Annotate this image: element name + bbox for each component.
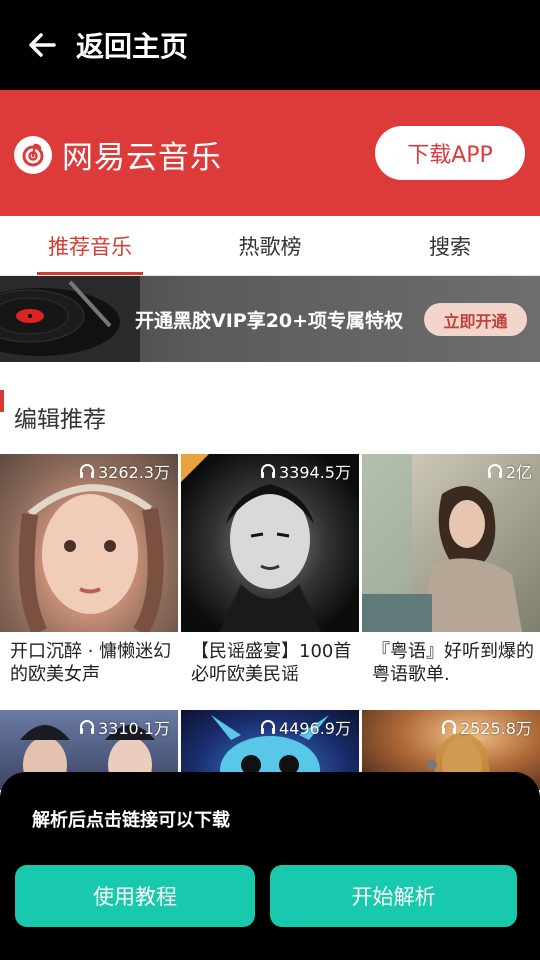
playlist-card[interactable]: 3262.3万 开口沉醉 · 慵懒迷幻的欧美女声 (0, 454, 178, 704)
vip-banner-text: 开通黑胶VIP享20+项专属特权 (135, 310, 404, 332)
headphones-icon (80, 720, 94, 734)
playlist-card[interactable]: 2亿 『粤语』好听到爆的粤语歌单. (362, 454, 540, 704)
play-count-value: 2亿 (505, 463, 532, 482)
play-count: 3310.1万 (78, 715, 170, 739)
play-count-value: 3262.3万 (98, 463, 170, 482)
playlist-card[interactable]: 3394.5万 【民谣盛宴】100首必听欧美民谣 (181, 454, 359, 704)
start-parse-button[interactable]: 开始解析 (270, 865, 517, 927)
playlist-title: 『粤语』好听到爆的粤语歌单. (372, 641, 534, 685)
playlist-title: 开口沉醉 · 慵懒迷幻的欧美女声 (10, 641, 172, 685)
parse-hint-text: 解析后点击链接可以下载 (32, 810, 230, 831)
tab-hot-songs[interactable]: 热歌榜 (180, 216, 360, 275)
tab-bar: 推荐音乐 热歌榜 搜索 (0, 216, 540, 276)
tab-recommended-music[interactable]: 推荐音乐 (0, 216, 180, 275)
parse-bottom-sheet: 解析后点击链接可以下载 使用教程 开始解析 (0, 772, 540, 960)
playlist-title: 【民谣盛宴】100首必听欧美民谣 (191, 641, 352, 685)
top-bar: 返回主页 (0, 0, 540, 90)
play-count: 3394.5万 (259, 459, 351, 483)
play-count-value: 2525.8万 (460, 719, 532, 738)
headphones-icon (261, 464, 275, 478)
headphones-icon (487, 464, 502, 478)
play-count-value: 3394.5万 (279, 463, 351, 482)
vip-open-button[interactable]: 立即开通 (424, 303, 527, 336)
vinyl-record-icon (0, 276, 140, 362)
vip-banner[interactable]: 开通黑胶VIP享20+项专属特权 立即开通 (0, 276, 540, 362)
section-accent-bar (0, 390, 4, 412)
play-count: 2亿 (486, 459, 532, 483)
play-count-value: 4496.9万 (279, 719, 351, 738)
tutorial-button[interactable]: 使用教程 (15, 865, 255, 927)
back-to-home-link[interactable]: 返回主页 (76, 25, 188, 65)
play-count: 4496.9万 (259, 715, 351, 739)
corner-badge (181, 454, 209, 482)
play-count: 2525.8万 (440, 715, 532, 739)
playlist-cover: 3262.3万 (0, 454, 178, 632)
section-title: 编辑推荐 (14, 407, 106, 433)
app-name: 网易云音乐 (62, 140, 222, 176)
headphones-icon (80, 464, 94, 478)
app-header: 网易云音乐 下载APP (0, 90, 540, 216)
headphones-icon (442, 720, 456, 734)
playlist-cover: 2亿 (362, 454, 540, 632)
netease-music-logo-icon (14, 135, 52, 174)
tab-search[interactable]: 搜索 (360, 216, 540, 275)
play-count: 3262.3万 (78, 459, 170, 483)
play-count-value: 3310.1万 (98, 719, 170, 738)
playlist-cover: 3394.5万 (181, 454, 359, 632)
headphones-icon (261, 720, 275, 734)
back-arrow-icon[interactable] (24, 27, 60, 63)
download-app-button[interactable]: 下载APP (375, 126, 525, 180)
app-logo: 网易云音乐 (14, 132, 222, 177)
